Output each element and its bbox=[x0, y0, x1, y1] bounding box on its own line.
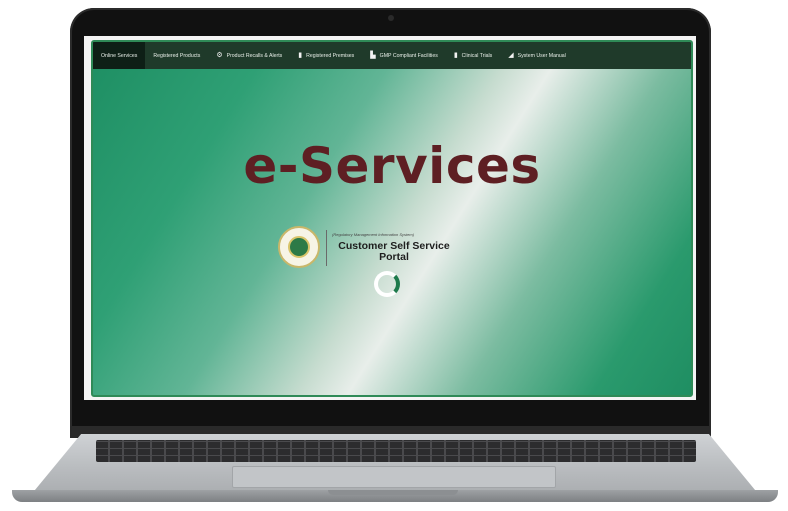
logo-title: Customer Self Service Portal bbox=[330, 241, 458, 263]
keyboard bbox=[96, 440, 696, 462]
nav-gmp-facilities[interactable]: ▙ GMP Compliant Facilities bbox=[362, 42, 446, 69]
logo-title-line2: Portal bbox=[379, 251, 409, 263]
gear-icon: ⚙ bbox=[216, 52, 223, 59]
nav-label: Registered Premises bbox=[306, 52, 355, 59]
nav-online-services[interactable]: Online Services bbox=[93, 42, 146, 69]
nav-label: GMP Compliant Facilities bbox=[379, 52, 438, 59]
emblem-seal-icon bbox=[278, 226, 320, 268]
nav-label: Online Services bbox=[101, 52, 138, 59]
nav-label: Registered Products bbox=[153, 52, 201, 59]
file-icon: ▮ bbox=[453, 52, 458, 59]
nav-clinical-trials[interactable]: ▮ Clinical Trials bbox=[446, 42, 500, 69]
opening-notch bbox=[328, 490, 458, 495]
nav-registered-products[interactable]: Registered Products bbox=[145, 42, 208, 69]
nav-product-recalls[interactable]: ⚙ Product Recalls & Alerts bbox=[208, 42, 290, 69]
book-icon: ◢ bbox=[508, 52, 514, 59]
nav-user-manual[interactable]: ◢ System User Manual bbox=[500, 42, 574, 69]
nav-label: System User Manual bbox=[517, 52, 566, 59]
screen-bezel: Online Services Registered Products ⚙ Pr… bbox=[84, 36, 696, 400]
trackpad bbox=[232, 466, 556, 488]
factory-icon: ▙ bbox=[370, 52, 376, 59]
document-icon: ▮ bbox=[298, 52, 303, 59]
laptop-lid: Online Services Registered Products ⚙ Pr… bbox=[70, 8, 711, 438]
seal-center bbox=[288, 236, 310, 258]
logo-subtitle: (Regulatory Management Information Syste… bbox=[332, 232, 415, 237]
nav-label: Clinical Trials bbox=[461, 52, 493, 59]
webcam bbox=[388, 15, 394, 21]
logo-divider bbox=[326, 230, 327, 266]
loading-spinner-icon bbox=[374, 271, 400, 297]
portal-screen: Online Services Registered Products ⚙ Pr… bbox=[91, 40, 693, 397]
nav-registered-premises[interactable]: ▮ Registered Premises bbox=[290, 42, 362, 69]
top-navbar: Online Services Registered Products ⚙ Pr… bbox=[93, 42, 691, 69]
hero-title: e-Services bbox=[243, 137, 541, 195]
nav-label: Product Recalls & Alerts bbox=[226, 52, 283, 59]
